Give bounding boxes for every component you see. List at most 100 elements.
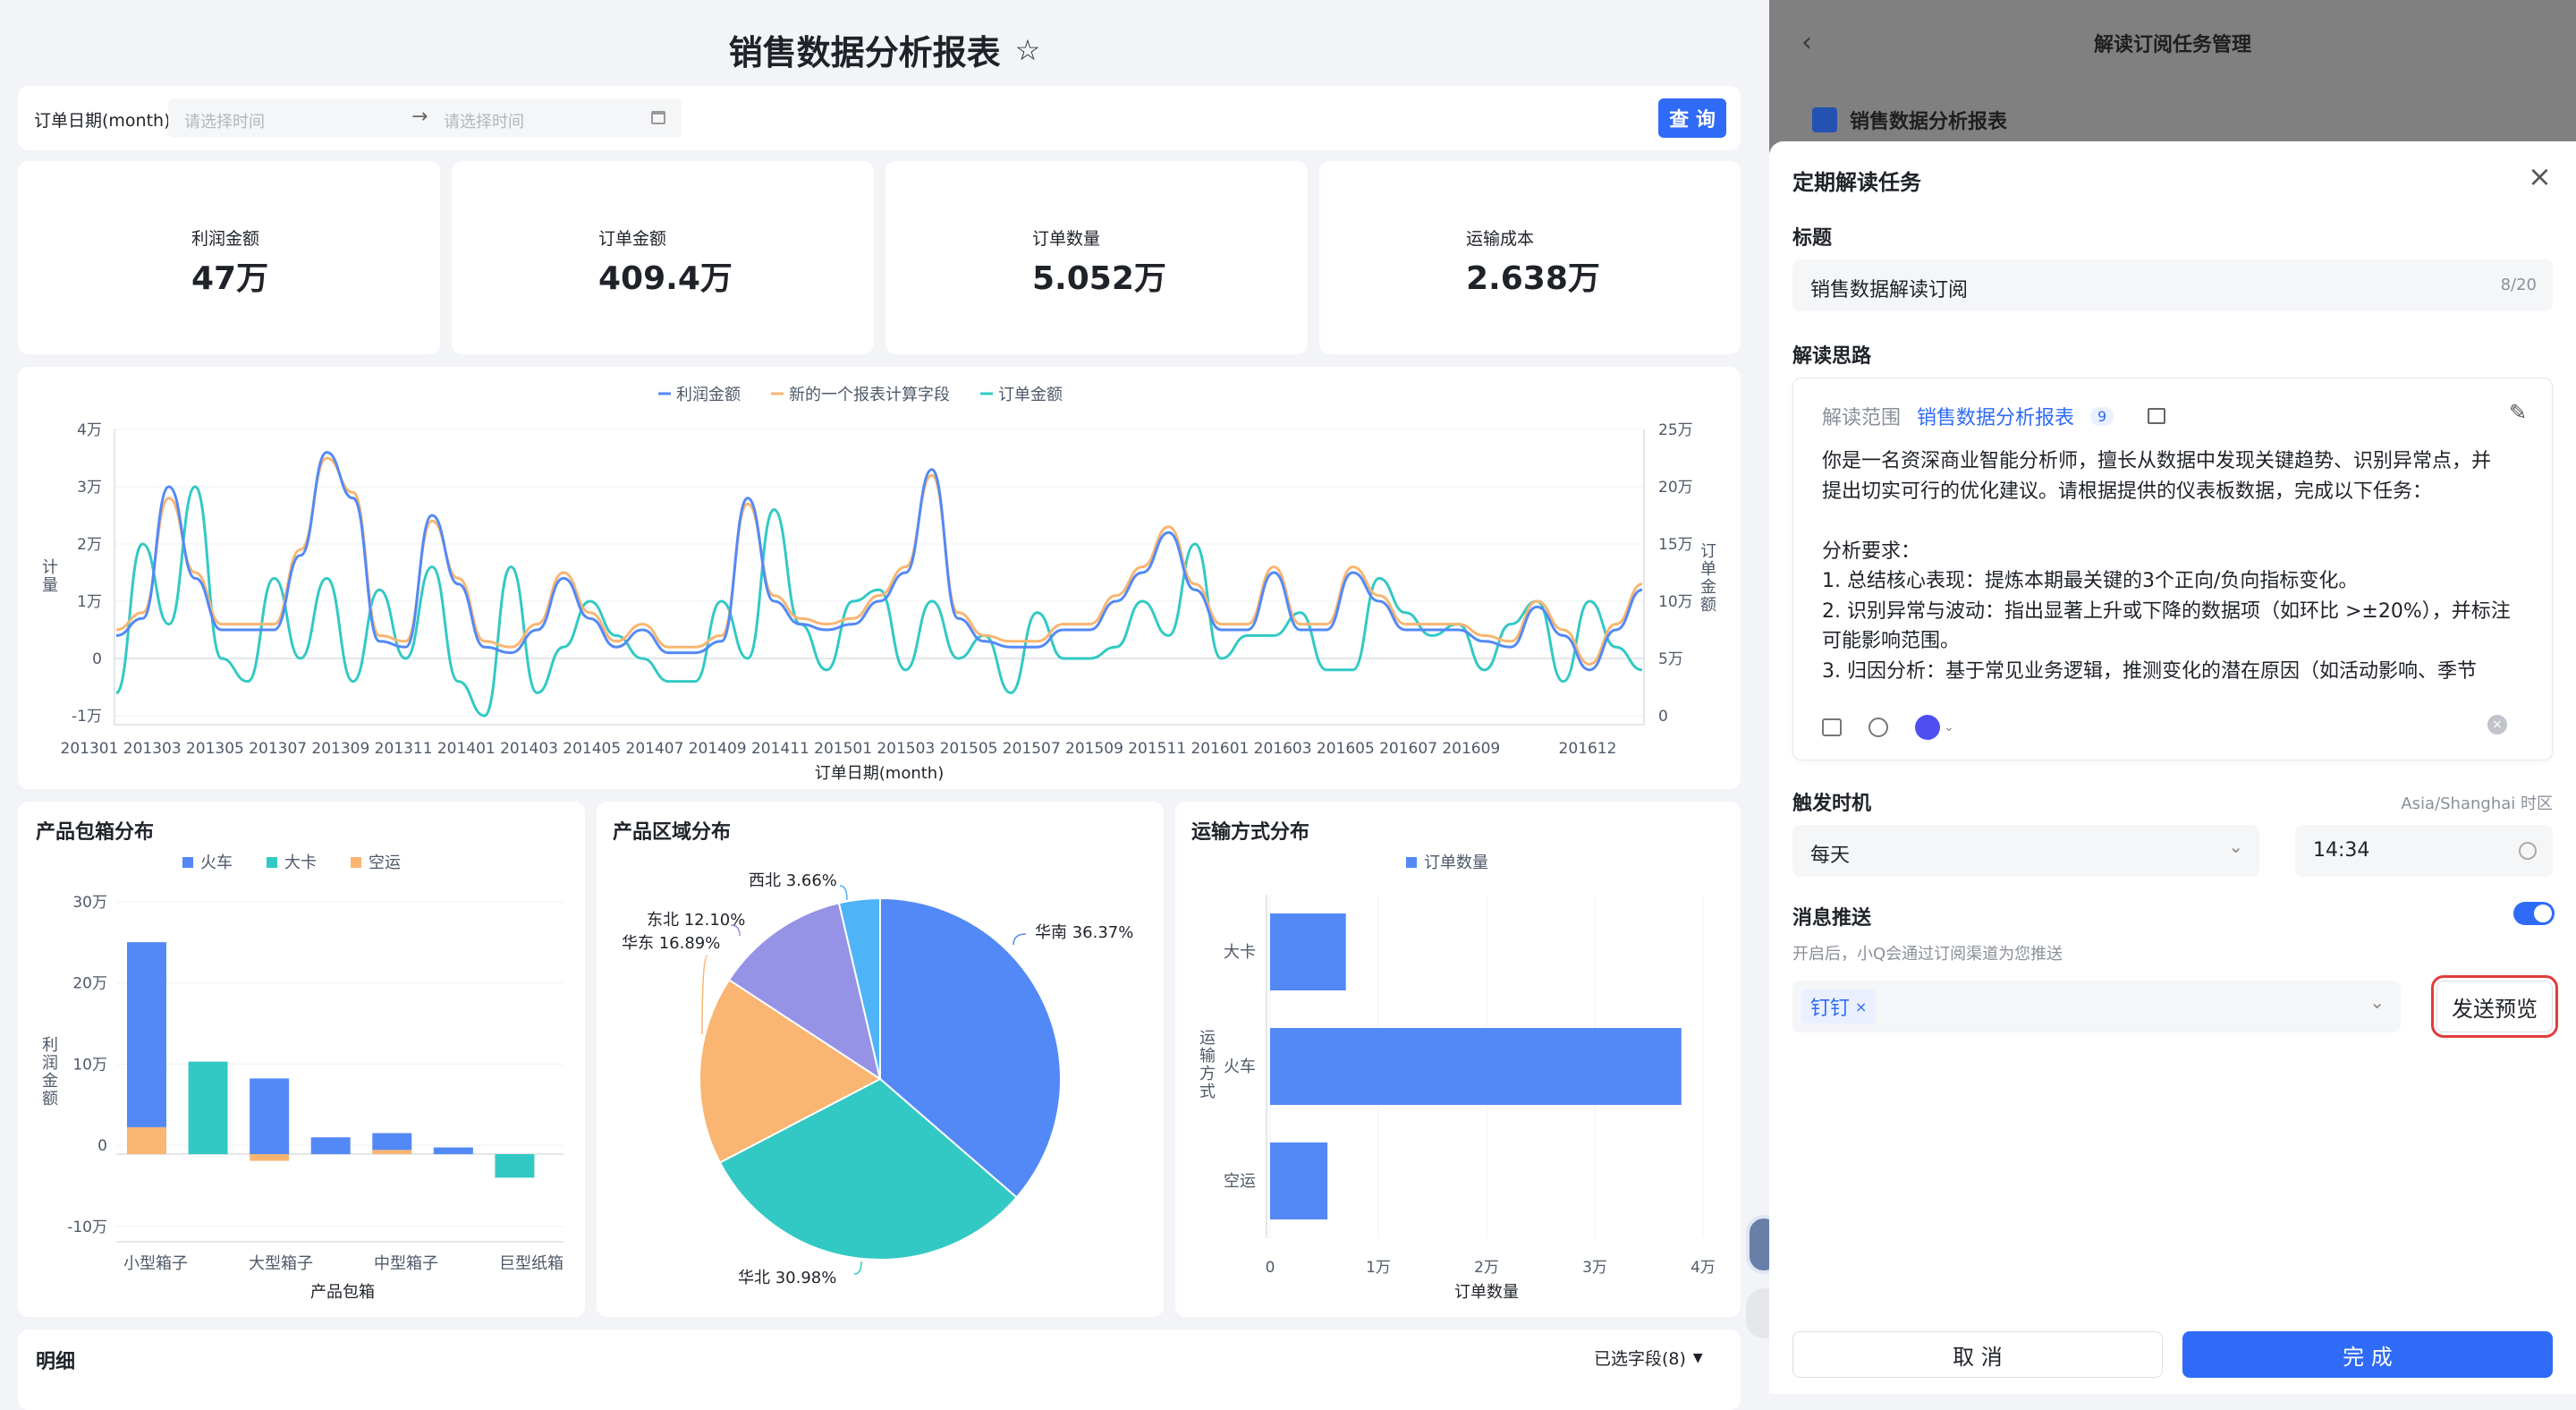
title-char-count: 8/20	[2500, 276, 2537, 294]
tag-close-icon[interactable]: ×	[1855, 998, 1867, 1015]
x-tick: 3万	[1582, 1259, 1607, 1277]
close-icon[interactable]: ×	[2528, 159, 2552, 193]
prompt-text[interactable]: 你是一名资深商业智能分析师，擅长从数据中发现关键趋势、识别异常点，并 提出切实可…	[1822, 446, 2529, 686]
report-title: 销售数据分析报表	[728, 33, 1001, 72]
clock-icon	[2519, 842, 2537, 860]
dialog-title: 定期解读任务	[1792, 170, 1921, 195]
clear-icon[interactable]: ×	[2487, 715, 2507, 735]
y-tick-right: 25万	[1658, 421, 1693, 439]
slice-label: 西北 3.66%	[749, 871, 837, 890]
kpi-card-shipping-cost[interactable]: 运输成本 2.638万	[1319, 161, 1741, 354]
title-field-label: 标题	[1792, 227, 1833, 250]
x-tick: 201609	[1442, 740, 1500, 758]
edit-icon[interactable]: ✎	[2509, 400, 2527, 425]
channel-select[interactable]: 钉钉 × ⌄	[1792, 981, 2401, 1032]
y-tick-right: 10万	[1658, 593, 1693, 611]
kpi-card-order-count[interactable]: 订单数量 5.052万	[886, 161, 1308, 354]
x-tick: 0	[1266, 1259, 1275, 1277]
legend-swatch	[1406, 857, 1417, 868]
horizontal-bar-chart: 订单数量0 1万 2万 3万 4万大卡火车空运运输方式订单数量	[1199, 854, 1716, 1302]
channel-tag[interactable]: 钉钉 ×	[1801, 990, 1877, 1024]
frequency-value: 每天	[1810, 845, 1851, 867]
x-tick: 201605	[1317, 740, 1375, 758]
kpi-card-profit[interactable]: 利润金额 47万	[18, 161, 440, 354]
kpi-label: 利润金额	[191, 229, 260, 249]
title-input[interactable]: 销售数据解读订阅 8/20	[1792, 259, 2553, 311]
template-icon[interactable]	[1822, 718, 1842, 736]
bar-chart: 火车 大卡 空运 30万 20万 10万 0 -10万 利润金额产品包箱 小型箱子 大型箱子 中型箱子…	[42, 854, 564, 1302]
scope-row: 解读范围 销售数据分析报表 9	[1822, 402, 2166, 430]
kpi-value: 47万	[191, 260, 269, 297]
y-axis-label-left-char: 计	[42, 558, 58, 577]
start-date-input[interactable]: 请选择时间	[184, 109, 265, 132]
y-axis-label-char: 额	[42, 1090, 58, 1108]
table-icon[interactable]	[2148, 408, 2166, 424]
send-preview-button[interactable]: 发送预览	[2431, 975, 2558, 1038]
legend-swatch	[267, 857, 277, 868]
end-date-input[interactable]: 请选择时间	[444, 109, 524, 132]
x-tick: 201403	[500, 740, 558, 758]
x-axis-label: 订单数量	[1454, 1283, 1519, 1302]
y-tick-left: 4万	[77, 421, 102, 439]
calendar-icon[interactable]	[651, 111, 665, 124]
bar-air	[250, 1154, 290, 1161]
y-axis-label-left-char: 量	[42, 576, 58, 595]
x-tick: 201503	[877, 740, 935, 758]
task-dialog: 定期解读任务 × 标题 销售数据解读订阅 8/20 解读思路 解读范围 销售数据…	[1769, 141, 2576, 1394]
query-button[interactable]: 查 询	[1658, 98, 1726, 138]
prompt-line: 2. 识别异常与波动：指出显著上升或下降的数据项（如环比 >±20%），并标注	[1822, 599, 2511, 623]
time-value: 14:34	[2313, 839, 2370, 862]
scope-label: 解读范围	[1822, 407, 1902, 429]
dashboard: 销售数据分析报表 ☆ 订单日期(month) 请选择时间 → 请选择时间 查 询…	[0, 0, 1782, 1410]
model-selector[interactable]: ⌄	[1915, 715, 1954, 740]
detail-table-card: 明细 已选字段(8) ▼	[18, 1329, 1741, 1410]
scope-count-badge: 9	[2090, 406, 2114, 426]
slice-label: 东北 12.10%	[647, 911, 745, 930]
y-tick: 20万	[72, 975, 107, 993]
slice-label: 华北 30.98%	[738, 1269, 836, 1287]
y-tick-left: 1万	[77, 593, 102, 611]
push-toggle[interactable]	[2513, 902, 2555, 925]
shipping-chart-card: 运输方式分布 订单数量 0 1万 2万 3万 4万 大卡 火车 空运运输方式订单数量	[1175, 802, 1741, 1317]
bar-truck	[188, 1061, 228, 1154]
prompt-box[interactable]: 解读范围 销售数据分析报表 9 ✎ 你是一名资深商业智能分析师，擅长从数据中发现…	[1792, 378, 2553, 760]
done-button[interactable]: 完 成	[2182, 1331, 2553, 1378]
region-chart-card: 产品区域分布 华南 36.37% 华北 30.98% 华东 16.89% 东北 12.…	[597, 802, 1164, 1317]
report-name: 销售数据分析报表	[1850, 111, 2008, 133]
kpi-value: 409.4万	[598, 260, 733, 297]
x-tick: 201401	[437, 740, 496, 758]
x-tick: 巨型纸箱	[499, 1254, 564, 1273]
frequency-select[interactable]: 每天 ⌄	[1792, 825, 2259, 877]
line-chart-card: 利润金额 新的一个报表计算字段 订单金额 4万 3万 2万 1万 0 -1万 25万 20万 15万 1…	[18, 367, 1741, 789]
y-axis-label-right-char: 金	[1700, 578, 1716, 597]
prompt-line: 3. 归因分析：基于常见业务逻辑，推测变化的潜在原因（如活动影响、季节	[1822, 659, 2477, 683]
y-tick-left: -1万	[72, 708, 102, 726]
y-axis-label-char: 金	[42, 1072, 58, 1091]
x-tick: 201507	[1003, 740, 1061, 758]
date-range-picker[interactable]: 请选择时间 → 请选择时间	[168, 98, 682, 138]
palette-icon[interactable]	[1868, 718, 1888, 737]
x-tick: 大型箱子	[249, 1254, 313, 1273]
field-selector[interactable]: 已选字段(8) ▼	[1594, 1346, 1703, 1370]
kpi-card-order-amount[interactable]: 订单金额 409.4万	[452, 161, 874, 354]
y-tick: 空运	[1224, 1172, 1256, 1191]
star-outline-icon[interactable]: ☆	[1015, 33, 1041, 67]
legend-swatch	[351, 857, 361, 868]
scope-value[interactable]: 销售数据分析报表	[1917, 402, 2074, 430]
x-tick: 201603	[1254, 740, 1312, 758]
x-tick: 201301	[61, 740, 119, 758]
time-picker[interactable]: 14:34	[2295, 825, 2553, 877]
bar-air	[372, 1150, 412, 1154]
x-tick: 201612	[1559, 740, 1617, 758]
bar-air	[127, 1126, 166, 1154]
bar-train	[372, 1133, 412, 1151]
y-tick-right: 15万	[1658, 536, 1693, 554]
y-axis-label-char: 运	[1199, 1029, 1216, 1048]
prompt-line: 提出切实可行的优化建议。请根据提供的仪表板数据，完成以下任务：	[1822, 480, 2433, 503]
bar-truck	[495, 1154, 535, 1178]
y-axis-label-char: 利	[42, 1036, 58, 1055]
cancel-button[interactable]: 取 消	[1792, 1331, 2163, 1378]
x-tick: 201505	[940, 740, 998, 758]
report-list-item[interactable]: 销售数据分析报表	[1812, 106, 2007, 134]
pie-chart: 华南 36.37% 华北 30.98% 华东 16.89% 东北 12.10% 西北 3…	[622, 871, 1133, 1287]
